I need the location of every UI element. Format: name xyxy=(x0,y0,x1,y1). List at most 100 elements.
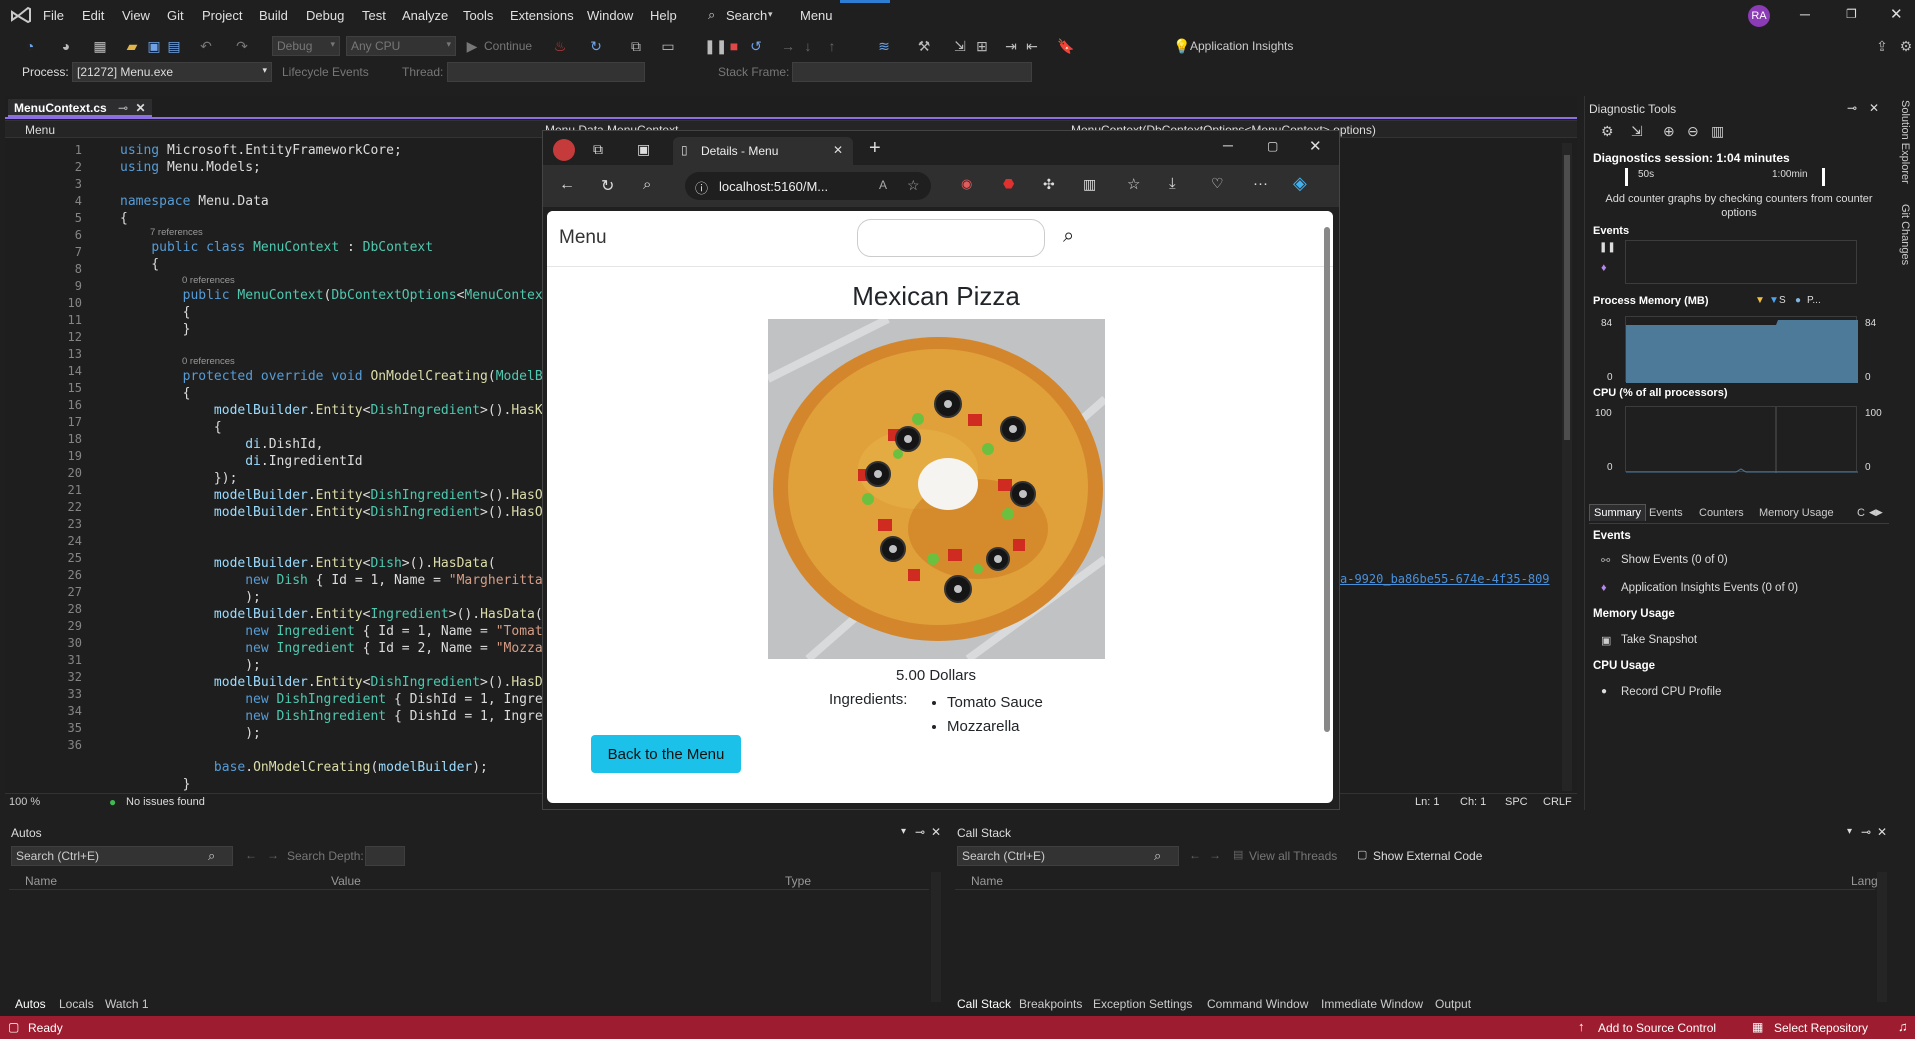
zoom-out-icon[interactable]: ⊖ xyxy=(1687,123,1699,140)
menu-edit[interactable]: Edit xyxy=(82,8,104,23)
add-source-control-button[interactable]: Add to Source Control xyxy=(1598,1021,1716,1035)
comment-icon[interactable]: ⊞ xyxy=(974,38,990,54)
tab-cpu[interactable]: C xyxy=(1857,507,1865,519)
indent-icon[interactable]: ⇥ xyxy=(1003,38,1019,54)
chart-icon[interactable]: ▥ xyxy=(1711,123,1724,140)
menu-tools[interactable]: Tools xyxy=(463,8,493,23)
continue-icon[interactable]: ▶ xyxy=(464,38,480,54)
nav-project[interactable]: Menu xyxy=(25,123,55,137)
notification-icon[interactable]: ♫ xyxy=(1898,1019,1908,1034)
maximize-icon[interactable]: ▢ xyxy=(1267,139,1278,153)
refresh-icon[interactable]: ↻ xyxy=(588,38,604,54)
platform-select[interactable]: Any CPU ▾ xyxy=(346,36,456,56)
performance-icon[interactable]: ♡ xyxy=(1211,175,1224,192)
step-into-icon[interactable]: → xyxy=(780,38,796,54)
diagnostics-icon[interactable]: ⚒ xyxy=(916,38,932,54)
menu-build[interactable]: Build xyxy=(259,8,288,23)
ublock-icon[interactable]: ⬣ xyxy=(1003,176,1014,192)
forward-icon[interactable]: → xyxy=(267,848,279,862)
outdent-icon[interactable]: ⇤ xyxy=(1024,38,1040,54)
autos-search-input[interactable]: Search (Ctrl+E) ⌕ xyxy=(11,846,233,866)
tab-summary[interactable]: Summary xyxy=(1589,504,1647,521)
step-out-icon[interactable]: ↑ xyxy=(824,38,840,54)
issues-status[interactable]: No issues found xyxy=(126,796,205,808)
lifecycle-events-button[interactable]: Lifecycle Events xyxy=(282,65,369,79)
menu-window[interactable]: Window xyxy=(587,8,633,23)
global-search[interactable]: ⌕ Search ▾ xyxy=(706,6,778,26)
new-project-icon[interactable]: ▦ xyxy=(92,38,108,54)
save-all-icon[interactable]: ▤ xyxy=(166,38,182,54)
back-icon[interactable]: ← xyxy=(559,176,575,194)
thread-select[interactable] xyxy=(447,62,645,82)
search-icon[interactable]: ⌕ xyxy=(1063,225,1074,248)
menu-analyze[interactable]: Analyze xyxy=(402,8,448,23)
site-search-input[interactable] xyxy=(857,219,1045,257)
menu-extensions[interactable]: Extensions xyxy=(510,8,574,23)
refresh-icon[interactable]: ↻ xyxy=(601,176,614,196)
dropdown-icon[interactable]: ▾ xyxy=(901,826,906,837)
menu-help[interactable]: Help xyxy=(650,8,677,23)
extensions-icon[interactable]: ✣ xyxy=(1043,176,1055,193)
tab-output[interactable]: Output xyxy=(1435,997,1471,1011)
back-icon[interactable]: ← xyxy=(1189,848,1201,862)
menu-debug[interactable]: Debug xyxy=(306,8,344,23)
lightbulb-icon[interactable]: 💡 xyxy=(1173,38,1190,54)
counter-hint[interactable]: Add counter graphs by checking counters … xyxy=(1591,192,1887,220)
tab-watch-1[interactable]: Watch 1 xyxy=(105,997,149,1011)
back-icon[interactable]: ← xyxy=(245,848,257,862)
stackframe-select[interactable] xyxy=(792,62,1032,82)
dropdown-icon[interactable]: ▾ xyxy=(1847,826,1852,837)
tab-autos[interactable]: Autos xyxy=(15,997,46,1011)
record-cpu-button[interactable]: Record CPU Profile xyxy=(1621,686,1721,698)
menu-view[interactable]: View xyxy=(122,8,150,23)
memory-graph[interactable] xyxy=(1625,316,1858,383)
downloads-icon[interactable]: ⤓ xyxy=(1169,175,1176,192)
browser-link-icon[interactable]: ⧉ xyxy=(628,38,644,54)
close-icon[interactable]: ✕ xyxy=(1869,101,1879,115)
read-aloud-icon[interactable]: A xyxy=(879,178,887,192)
minimize-icon[interactable]: ─ xyxy=(1223,137,1233,153)
tab-breakpoints[interactable]: Breakpoints xyxy=(1019,997,1082,1011)
minimize-icon[interactable]: ─ xyxy=(1800,6,1810,22)
pin-icon[interactable]: ⊸ xyxy=(1861,825,1871,839)
close-icon[interactable]: ✕ xyxy=(1890,5,1903,23)
view-all-threads-button[interactable]: View all Threads xyxy=(1249,849,1337,863)
take-snapshot-button[interactable]: Take Snapshot xyxy=(1621,634,1697,646)
tab-locals[interactable]: Locals xyxy=(59,997,94,1011)
tab-call-stack[interactable]: Call Stack xyxy=(957,997,1011,1011)
close-tab-icon[interactable]: ✕ xyxy=(135,101,145,115)
autos-scrollbar[interactable] xyxy=(931,872,941,1002)
threads-icon[interactable]: ≋ xyxy=(876,38,892,54)
select-repository-button[interactable]: Select Repository xyxy=(1774,1021,1868,1035)
favorites-icon[interactable]: ☆ xyxy=(1127,175,1140,193)
settings-icon[interactable]: ⚙ xyxy=(1601,123,1614,140)
open-folder-icon[interactable]: ▰ xyxy=(124,38,140,54)
tab-events[interactable]: Events xyxy=(1649,507,1683,519)
pin-icon[interactable]: ⊸ xyxy=(118,101,128,115)
info-icon[interactable]: ⓘ xyxy=(695,178,708,197)
zoom-level[interactable]: 100 % xyxy=(9,796,40,808)
forward-icon[interactable]: → xyxy=(1209,848,1221,862)
favorite-icon[interactable]: ☆ xyxy=(907,177,920,194)
tab-menucontext[interactable]: MenuContext.cs ⊸ ✕ xyxy=(8,99,152,117)
copilot-icon[interactable]: ◈ xyxy=(1293,173,1307,194)
ai-events-link[interactable]: Application Insights Events (0 of 0) xyxy=(1621,582,1798,594)
guid-link[interactable]: a-9920_ba86be55-674e-4f35-809 xyxy=(1340,572,1558,586)
cpu-graph[interactable] xyxy=(1625,406,1858,473)
new-tab-icon[interactable]: + xyxy=(869,137,881,160)
menu-project[interactable]: Project xyxy=(202,8,242,23)
events-track[interactable] xyxy=(1625,240,1857,284)
avatar[interactable]: RA xyxy=(1748,5,1770,27)
site-brand[interactable]: Menu xyxy=(559,227,607,249)
tab-exception-settings[interactable]: Exception Settings xyxy=(1093,997,1192,1011)
step-over-icon[interactable]: ↓ xyxy=(800,38,816,54)
save-icon[interactable]: ▣ xyxy=(146,38,162,54)
browser-tab[interactable]: ▯ Details - Menu ✕ xyxy=(673,137,853,165)
pin-icon[interactable]: ⊸ xyxy=(1847,101,1857,115)
hot-reload-icon[interactable]: ♨ xyxy=(552,38,568,54)
close-icon[interactable]: ✕ xyxy=(1877,825,1887,839)
attach-icon[interactable]: ⇲ xyxy=(952,38,968,54)
more-icon[interactable]: ··· xyxy=(1253,175,1268,192)
share-icon[interactable]: ⇪ xyxy=(1874,38,1890,54)
close-icon[interactable]: ✕ xyxy=(1309,137,1322,155)
